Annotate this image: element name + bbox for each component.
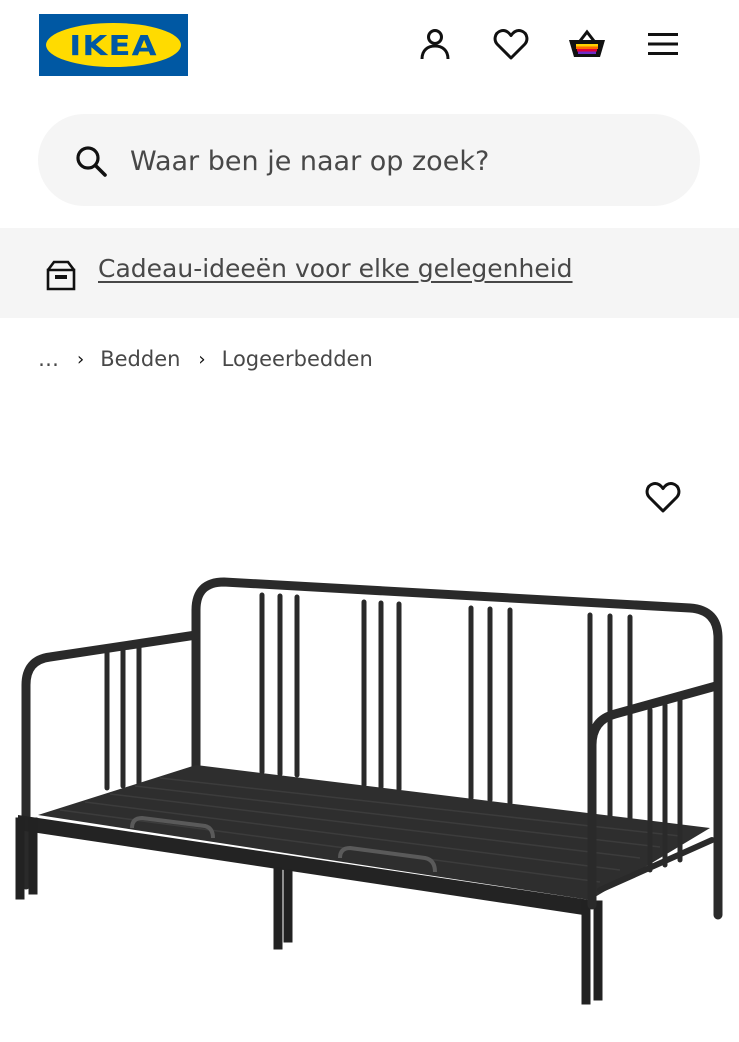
heart-icon (645, 482, 681, 513)
breadcrumb: … › Bedden › Logeerbedden (38, 344, 373, 374)
breadcrumb-ellipsis[interactable]: … (38, 347, 59, 371)
basket-icon[interactable] (567, 24, 607, 64)
add-to-favourites-button[interactable] (641, 476, 685, 518)
chevron-right-icon: › (77, 348, 85, 370)
search-bar[interactable] (38, 114, 700, 206)
logo-ellipse: IKEA (46, 23, 181, 67)
search-icon (76, 146, 107, 177)
menu-icon[interactable] (643, 24, 683, 64)
gift-ideas-link[interactable]: Cadeau-ideeën voor elke gelegenheid (98, 254, 573, 283)
user-icon[interactable] (415, 24, 455, 64)
site-header: IKEA (0, 0, 739, 100)
product-image[interactable] (0, 560, 739, 1020)
logo-text: IKEA (69, 28, 158, 62)
breadcrumb-guest-beds[interactable]: Logeerbedden (222, 347, 373, 371)
search-input[interactable] (128, 134, 672, 188)
chevron-right-icon: › (198, 348, 206, 370)
promo-banner: Cadeau-ideeën voor elke gelegenheid (0, 228, 739, 318)
breadcrumb-beds[interactable]: Bedden (100, 347, 180, 371)
ikea-logo[interactable]: IKEA (39, 14, 188, 76)
gift-box-icon (46, 260, 76, 291)
heart-icon[interactable] (491, 24, 531, 64)
